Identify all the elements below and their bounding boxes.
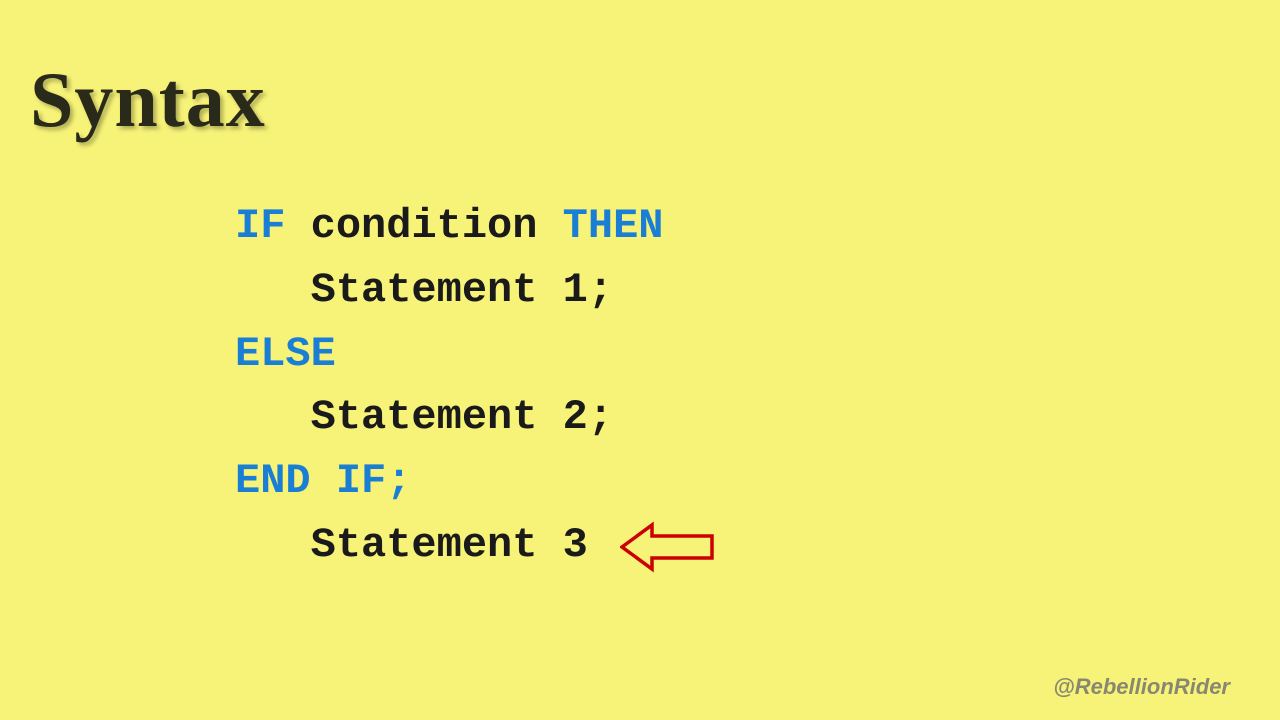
code-line-3: ELSE <box>235 323 664 387</box>
code-line-2: Statement 1; <box>235 259 664 323</box>
code-line-5: END IF; <box>235 450 664 514</box>
code-block: IF condition THEN Statement 1; ELSE Stat… <box>235 195 664 578</box>
code-line-4: Statement 2; <box>235 386 664 450</box>
arrow-left-icon <box>620 520 715 575</box>
condition-text: condition <box>285 202 562 250</box>
keyword-then: THEN <box>563 202 664 250</box>
code-line-6: Statement 3 <box>235 514 664 578</box>
code-line-1: IF condition THEN <box>235 195 664 259</box>
slide-title: Syntax <box>30 55 266 145</box>
keyword-if: IF <box>235 202 285 250</box>
watermark-text: @RebellionRider <box>1053 674 1230 700</box>
